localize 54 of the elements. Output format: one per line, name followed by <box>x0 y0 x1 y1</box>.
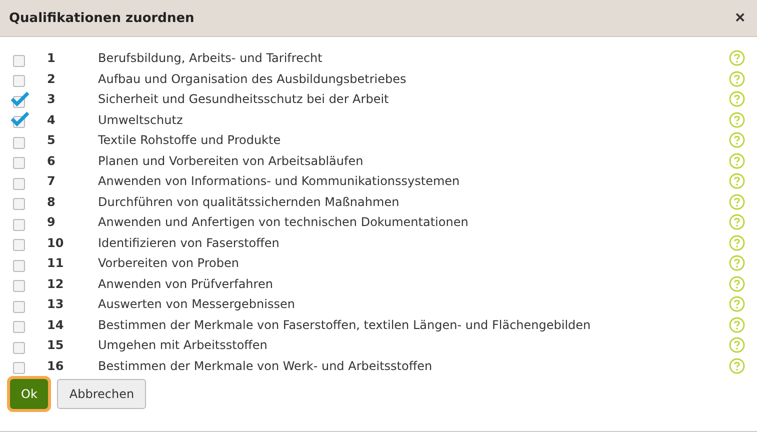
help-icon[interactable] <box>729 296 745 312</box>
item-number: 2 <box>47 72 56 86</box>
item-label: Identifizieren von Faserstoffen <box>98 236 280 250</box>
help-icon[interactable] <box>729 358 745 374</box>
help-icon[interactable] <box>729 255 745 272</box>
item-number: 4 <box>47 112 56 127</box>
cancel-button[interactable]: Abbrechen <box>57 379 146 409</box>
item-number: 5 <box>47 133 56 148</box>
item-number: 9 <box>47 215 56 230</box>
help-icon[interactable] <box>729 50 745 66</box>
item-label: Berufsbildung, Arbeits- und Tarifrecht <box>98 51 324 66</box>
item-label: Bestimmen der Merkmale von Faserstoffen, textilen Längen- und Flächengebilden <box>98 318 592 332</box>
dialog-title: Qualifikationen zuordnen <box>9 10 194 26</box>
help-icon[interactable] <box>729 70 745 87</box>
help-icon[interactable] <box>729 316 745 333</box>
item-label: Anwenden von Informations- und Kommunikationssystemen <box>98 174 461 188</box>
item-number: 6 <box>47 154 56 168</box>
item-label: Sicherheit und Gesundheitsschutz bei der Arbeit <box>98 92 390 106</box>
item-label: Planen und Vorbereiten von Arbeitsabläufen <box>98 154 364 168</box>
item-number: 15 <box>47 338 65 352</box>
help-icon[interactable] <box>729 276 745 292</box>
item-label: Textile Rohstoffe und Produkte <box>98 133 282 148</box>
item-number: 13 <box>47 297 65 312</box>
item-number: 7 <box>47 174 56 188</box>
item-number: 12 <box>47 276 65 291</box>
item-number: 8 <box>47 194 56 209</box>
item-label: Umgehen mit Arbeitsstoffen <box>98 338 268 352</box>
item-number: 14 <box>47 318 65 332</box>
checkbox[interactable] <box>10 90 30 108</box>
item-label: Aufbau und Organisation des Ausbildungsbetriebes <box>98 72 408 86</box>
item-number: 16 <box>47 358 65 373</box>
item-label: Anwenden von Prüfverfahren <box>98 276 274 291</box>
item-number: 11 <box>47 256 65 270</box>
help-icon[interactable] <box>729 194 745 210</box>
item-label: Durchführen von qualitätssichernden Maßnahmen <box>98 194 400 209</box>
help-icon[interactable] <box>729 337 745 354</box>
item-number: 1 <box>47 51 56 66</box>
help-icon[interactable] <box>729 91 745 108</box>
help-icon[interactable] <box>729 152 745 169</box>
item-label: Auswerten von Messergebnissen <box>98 297 296 312</box>
item-number: 10 <box>47 236 65 250</box>
help-icon[interactable] <box>729 214 745 230</box>
help-icon[interactable] <box>729 132 745 148</box>
item-label: Anwenden und Anfertigen von technischen Dokumentationen <box>98 215 470 230</box>
help-icon[interactable] <box>729 173 745 190</box>
ok-button[interactable]: Ok <box>10 379 48 409</box>
checkbox[interactable] <box>10 111 30 128</box>
help-icon[interactable] <box>729 112 745 128</box>
item-label: Vorbereiten von Proben <box>98 256 240 270</box>
help-icon[interactable] <box>729 234 745 251</box>
close-button[interactable]: × <box>733 8 747 28</box>
item-label: Umweltschutz <box>98 112 184 127</box>
item-number: 3 <box>47 92 56 106</box>
item-label: Bestimmen der Merkmale von Werk- und Arbeitsstoffen <box>98 358 434 373</box>
